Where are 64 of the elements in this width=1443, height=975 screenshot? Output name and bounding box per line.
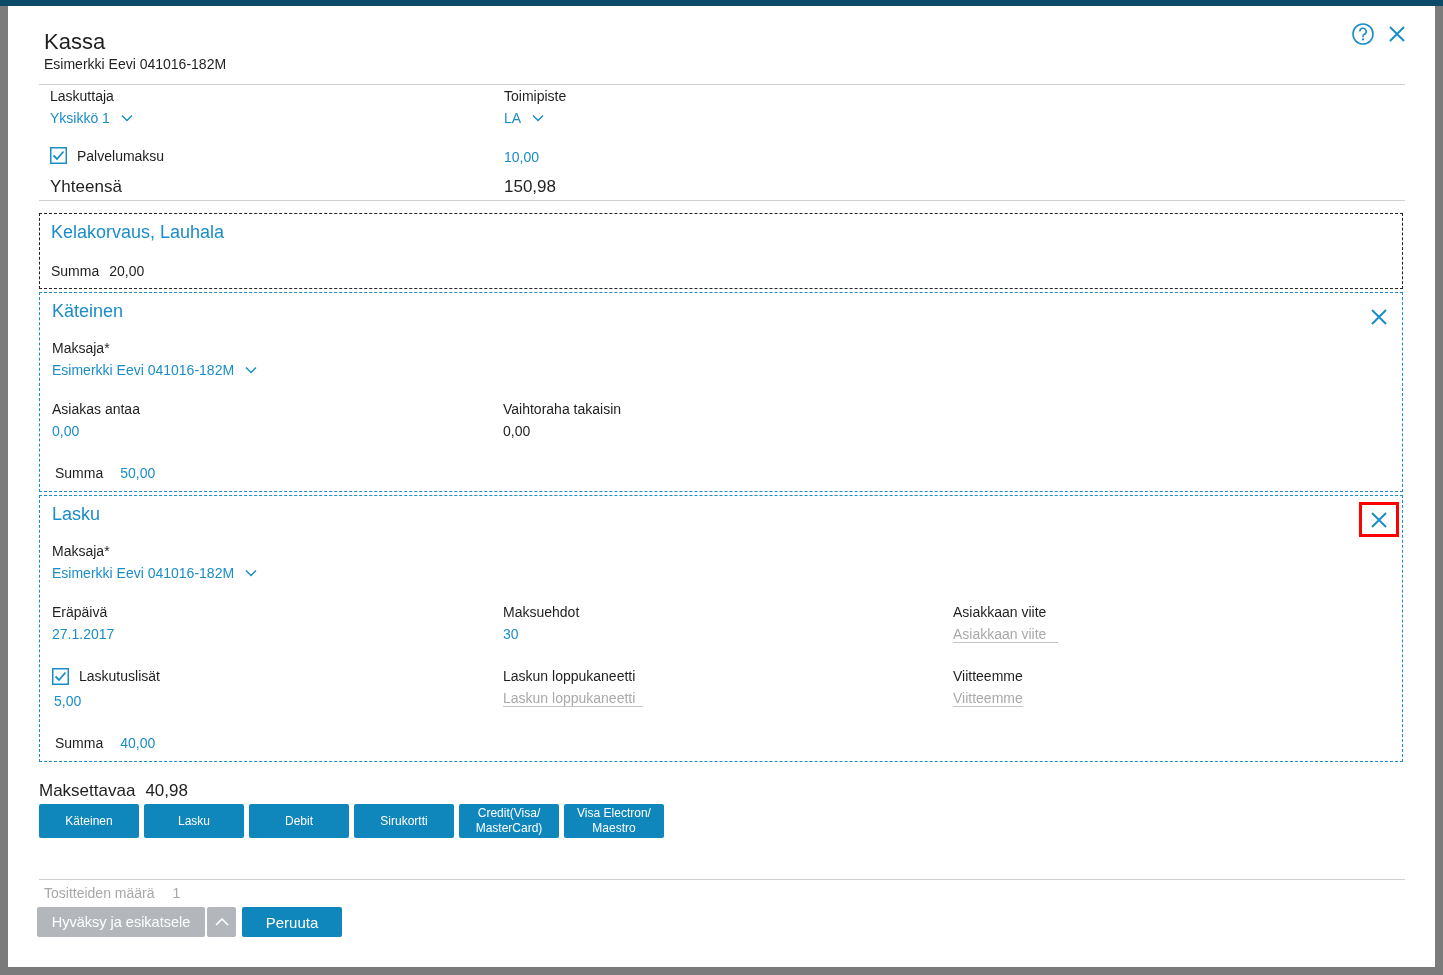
sum-label: Summa bbox=[51, 262, 100, 280]
input-field[interactable]: 0,00 bbox=[52, 422, 88, 440]
payment-method-button[interactable]: Credit(Visa/ MasterCard) bbox=[459, 804, 559, 838]
input-field[interactable]: 5,00 bbox=[54, 692, 90, 710]
chevron-down-icon bbox=[245, 366, 258, 374]
field-label: Laskuttaja bbox=[50, 87, 114, 105]
checkbox[interactable] bbox=[52, 667, 69, 685]
help-icon bbox=[1352, 23, 1374, 45]
dropdown[interactable]: LA bbox=[504, 109, 545, 127]
payment-method-button[interactable]: Debit bbox=[249, 804, 349, 838]
checkbox[interactable] bbox=[50, 147, 67, 164]
payment-title: Käteinen bbox=[52, 300, 124, 323]
field-label: Asiakkaan viite bbox=[953, 603, 1047, 621]
field-label: Maksaja* bbox=[52, 339, 110, 357]
close-icon bbox=[1371, 308, 1387, 325]
close-icon bbox=[1371, 511, 1387, 528]
checkbox-label: Laskutuslisät bbox=[79, 667, 160, 685]
remove-button[interactable] bbox=[1359, 502, 1399, 537]
sum-value: 20,00 bbox=[109, 262, 145, 280]
dropdown[interactable]: Yksikkö 1 bbox=[50, 109, 133, 127]
checkbox-label: Palvelumaksu bbox=[77, 146, 165, 165]
help-button[interactable] bbox=[1352, 23, 1374, 45]
chevron-down-icon bbox=[532, 114, 545, 122]
cancel-button[interactable]: Peruuta bbox=[242, 907, 342, 937]
sum-label: Summa bbox=[55, 734, 104, 752]
chevron-down-icon bbox=[245, 569, 258, 577]
input-field[interactable]: 40,00 bbox=[120, 734, 164, 752]
field-label: Vaihtoraha takaisin bbox=[503, 400, 622, 418]
payment-title: Kelakorvaus, Lauhala bbox=[51, 221, 225, 244]
field-label: Laskun loppukaneetti bbox=[503, 667, 636, 685]
amount-due-value: 40,98 bbox=[145, 780, 188, 802]
amount-due-label: Maksettavaa bbox=[39, 780, 136, 802]
voucher-count-label: Tositteiden määrä bbox=[44, 885, 155, 901]
close-icon bbox=[1389, 26, 1405, 42]
input-field[interactable]: 50,00 bbox=[120, 464, 164, 482]
field-label: Eräpäivä bbox=[52, 603, 108, 621]
input-field[interactable]: 30 bbox=[503, 625, 523, 643]
input-field[interactable]: 10,00 bbox=[504, 148, 547, 166]
input-field[interactable]: 27.1.2017 bbox=[52, 625, 126, 643]
sum-label: Summa bbox=[55, 464, 104, 482]
total-label: Yhteensä bbox=[50, 176, 122, 198]
payment-method-button[interactable]: Sirukortti bbox=[354, 804, 454, 838]
payment-title: Lasku bbox=[52, 503, 101, 526]
input-field[interactable]: Laskun loppukaneetti bbox=[503, 689, 644, 707]
input-field[interactable]: Asiakkaan viite bbox=[953, 625, 1059, 643]
payment-method-button[interactable]: Käteinen bbox=[39, 804, 139, 838]
input-field[interactable]: Viitteemme bbox=[953, 689, 1024, 707]
field-label: Toimipiste bbox=[504, 87, 567, 105]
chevron-down-icon bbox=[120, 114, 133, 122]
chevron-up-icon bbox=[214, 918, 229, 926]
dropdown[interactable]: Esimerkki Eevi 041016-182M bbox=[52, 361, 258, 379]
payment-method-button[interactable]: Lasku bbox=[144, 804, 244, 838]
close-button[interactable] bbox=[1389, 26, 1405, 42]
field-label: Asiakas antaa bbox=[52, 400, 140, 418]
field-value: 0,00 bbox=[503, 422, 531, 440]
field-label: Maksaja* bbox=[52, 542, 110, 560]
dialog-subtitle: Esimerkki Eevi 041016-182M bbox=[44, 55, 227, 73]
dialog-title: Kassa bbox=[44, 29, 107, 55]
field-label: Maksuehdot bbox=[503, 603, 580, 621]
field-label: Viitteemme bbox=[953, 667, 1023, 685]
dropdown[interactable]: Esimerkki Eevi 041016-182M bbox=[52, 564, 258, 582]
payment-method-button[interactable]: Visa Electron/ Maestro bbox=[564, 804, 664, 838]
total-value: 150,98 bbox=[504, 176, 556, 198]
voucher-count-value: 1 bbox=[172, 885, 181, 901]
